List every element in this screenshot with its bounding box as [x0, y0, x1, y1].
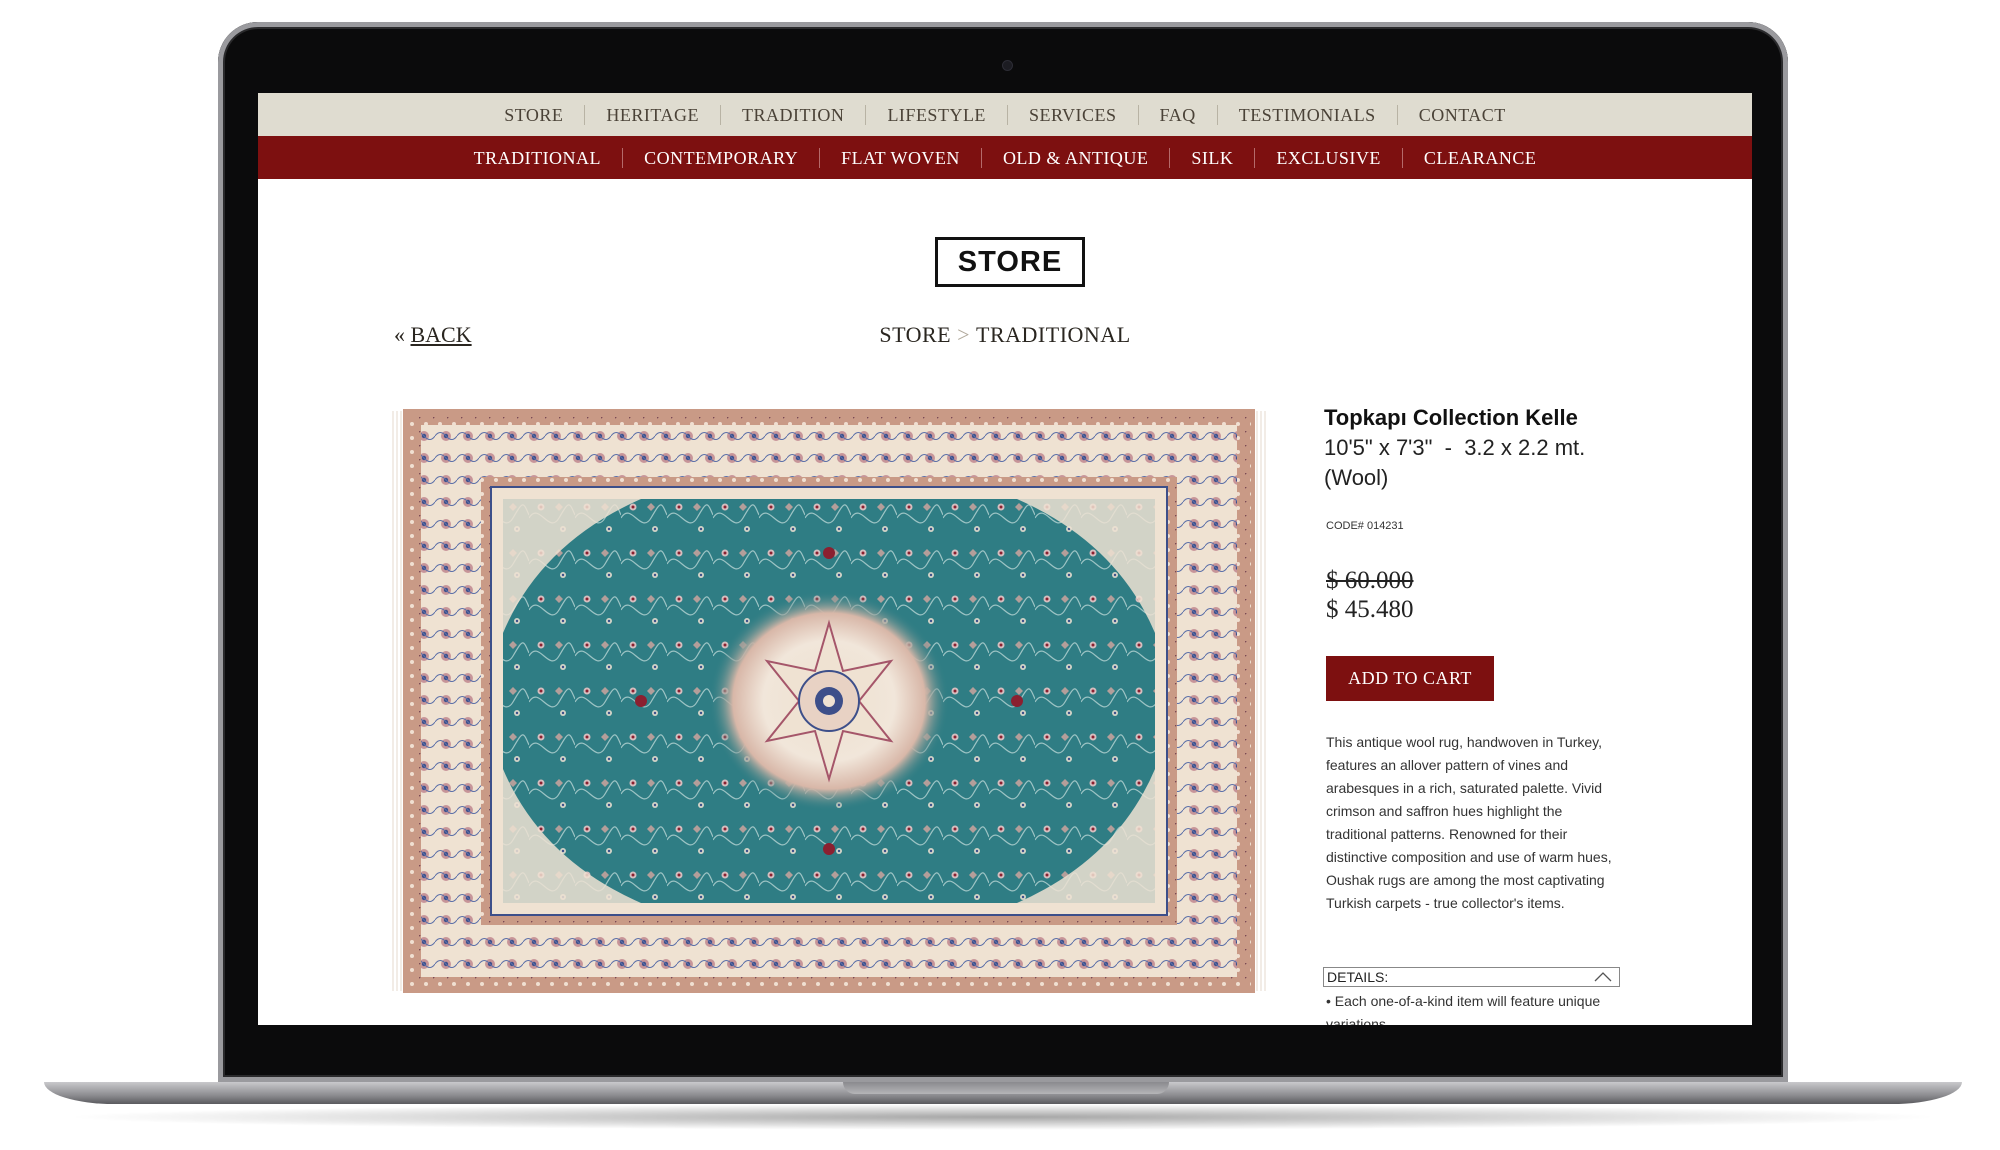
rug-illustration — [391, 409, 1267, 993]
category-exclusive[interactable]: EXCLUSIVE — [1254, 147, 1402, 168]
nav-item-heritage[interactable]: HERITAGE — [584, 104, 720, 125]
product-title: Topkapı Collection Kelle — [1324, 405, 1578, 430]
camera-icon — [1002, 60, 1013, 71]
category-navigation: TRADITIONAL CONTEMPORARY FLAT WOVEN OLD … — [258, 136, 1752, 179]
category-old-antique[interactable]: OLD & ANTIQUE — [980, 147, 1169, 168]
chevron-up-icon[interactable] — [1593, 970, 1613, 984]
product-description: This antique wool rug, handwoven in Turk… — [1326, 734, 1612, 911]
sale-price: $ 45.480 — [1326, 596, 1414, 623]
browser-screen: STORE HERITAGE TRADITION LIFESTYLE SERVI… — [258, 93, 1752, 1025]
details-list-item: • Each one-of-a-kind item will feature u… — [1326, 993, 1601, 1025]
details-label: DETAILS: — [1327, 969, 1389, 985]
category-clearance[interactable]: CLEARANCE — [1401, 147, 1558, 168]
breadcrumb-separator: > — [957, 322, 971, 347]
category-traditional[interactable]: TRADITIONAL — [453, 148, 622, 168]
store-logo: STORE — [935, 237, 1085, 287]
breadcrumb-store[interactable]: STORE — [879, 322, 951, 347]
product-image[interactable] — [391, 403, 1267, 999]
laptop-shadow — [60, 1104, 1946, 1130]
category-silk[interactable]: SILK — [1169, 147, 1254, 168]
original-price: $ 60.000 — [1326, 567, 1414, 594]
breadcrumb-current: TRADITIONAL — [976, 322, 1131, 347]
breadcrumb: STORE > TRADITIONAL — [258, 322, 1752, 348]
laptop-notch — [843, 1082, 1169, 1094]
product-material: (Wool) — [1324, 465, 1389, 490]
nav-item-faq[interactable]: FAQ — [1137, 104, 1217, 125]
product-code: CODE# 014231 — [1326, 520, 1404, 532]
nav-item-testimonials[interactable]: TESTIMONIALS — [1216, 104, 1397, 125]
nav-item-lifestyle[interactable]: LIFESTYLE — [865, 104, 1007, 125]
nav-item-contact[interactable]: CONTACT — [1396, 104, 1527, 125]
category-contemporary[interactable]: CONTEMPORARY — [622, 147, 819, 168]
add-to-cart-button[interactable]: ADD TO CART — [1326, 656, 1494, 701]
nav-item-services[interactable]: SERVICES — [1006, 104, 1138, 125]
nav-item-store[interactable]: STORE — [483, 105, 584, 125]
category-flat-woven[interactable]: FLAT WOVEN — [819, 147, 981, 168]
nav-item-tradition[interactable]: TRADITION — [719, 104, 865, 125]
product-dimensions: 10'5" x 7'3" - 3.2 x 2.2 mt. — [1324, 435, 1586, 460]
main-navigation: STORE HERITAGE TRADITION LIFESTYLE SERVI… — [258, 93, 1752, 136]
details-toggle[interactable]: DETAILS: — [1323, 967, 1620, 987]
